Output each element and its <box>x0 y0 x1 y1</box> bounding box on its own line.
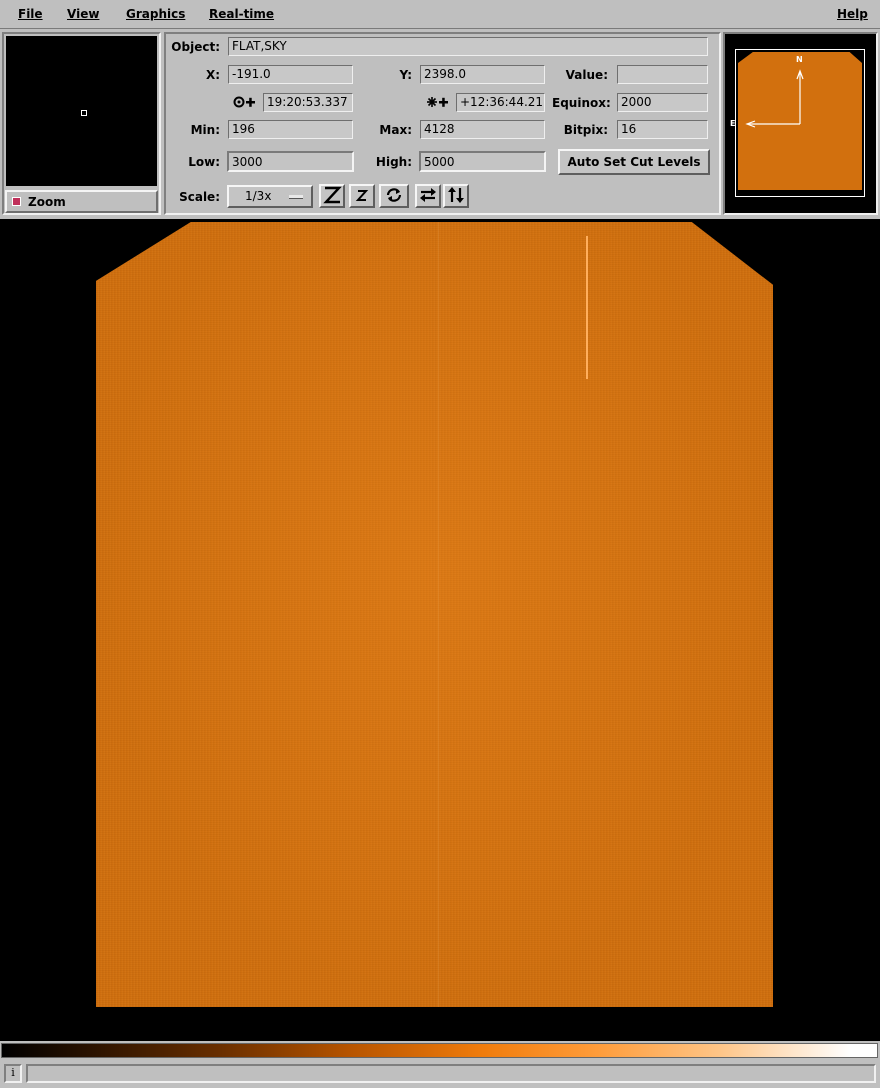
image-canvas[interactable] <box>0 219 880 1041</box>
menu-realtime[interactable]: Real-time <box>209 7 274 21</box>
dec-symbol-icon <box>426 95 450 112</box>
menu-file[interactable]: File <box>18 7 43 21</box>
bitpix-field: 16 <box>617 120 708 139</box>
max-field: 4128 <box>420 120 545 139</box>
x-label: X: <box>205 68 220 82</box>
x-field: -191.0 <box>228 65 353 84</box>
high-label: High: <box>375 155 412 169</box>
zoom-toggle-label: Zoom <box>28 195 66 209</box>
menu-view[interactable]: View <box>67 7 99 21</box>
info-icon[interactable]: i <box>4 1064 22 1083</box>
auto-set-cut-levels-button[interactable]: Auto Set Cut Levels <box>558 149 710 175</box>
status-bar: i <box>0 1061 880 1088</box>
compass-north-label: N <box>796 55 803 64</box>
status-message-field <box>26 1064 876 1083</box>
compass-east-label: E <box>730 119 736 128</box>
object-label: Object: <box>171 40 220 54</box>
menu-file-label: File <box>18 7 43 21</box>
value-label: Value: <box>565 68 608 82</box>
image-column-line <box>438 222 439 1007</box>
value-field <box>617 65 708 84</box>
zoom-cursor-marker <box>81 110 87 116</box>
dec-field: +12:36:44.21 <box>456 93 545 112</box>
low-cut-input[interactable] <box>227 151 354 172</box>
zoom-reset-button[interactable] <box>349 184 375 208</box>
scale-menu-button[interactable]: 1/3x <box>227 185 313 208</box>
y-field: 2398.0 <box>420 65 545 84</box>
compass-icon <box>745 69 804 128</box>
menu-bar: File View Graphics Real-time Help <box>0 0 880 29</box>
zoom-fit-icon <box>323 186 342 204</box>
max-label: Max: <box>379 123 412 137</box>
bitpix-label: Bitpix: <box>563 123 608 137</box>
fits-image <box>96 222 773 1007</box>
ra-field: 19:20:53.337 <box>263 93 353 112</box>
y-label: Y: <box>399 68 412 82</box>
min-label: Min: <box>190 123 220 137</box>
zoom-fit-button[interactable] <box>319 184 345 208</box>
zoom-view[interactable] <box>6 36 157 186</box>
menu-help-label: Help <box>837 7 868 21</box>
option-menu-indicator-icon <box>289 195 303 199</box>
zoom-toggle[interactable]: Zoom <box>5 190 158 213</box>
flip-x-button[interactable] <box>415 184 441 208</box>
panner-view[interactable]: N E <box>730 49 865 197</box>
menu-graphics-label: Graphics <box>126 7 186 21</box>
min-field: 196 <box>228 120 353 139</box>
flip-y-icon <box>448 187 464 203</box>
equinox-label: Equinox: <box>552 96 611 110</box>
flip-y-button[interactable] <box>443 184 469 208</box>
colorbar[interactable] <box>1 1043 878 1058</box>
zoom-panel: Zoom <box>2 32 161 215</box>
menu-help[interactable]: Help <box>837 7 868 21</box>
rotate-button[interactable] <box>379 184 409 208</box>
high-cut-input[interactable] <box>419 151 546 172</box>
scale-value: 1/3x <box>245 189 272 203</box>
low-label: Low: <box>188 155 220 169</box>
flip-x-icon <box>420 188 436 202</box>
menu-realtime-label: Real-time <box>209 7 275 21</box>
panner-panel: N E <box>723 32 878 215</box>
equinox-field: 2000 <box>617 93 708 112</box>
object-field: FLAT,SKY <box>228 37 708 56</box>
zoom-checkbox-indicator[interactable] <box>12 197 21 206</box>
zoom-reset-icon <box>355 190 369 201</box>
menu-view-label: View <box>67 7 100 21</box>
scale-label: Scale: <box>179 190 220 204</box>
ra-symbol-icon <box>233 95 257 112</box>
rotate-icon <box>386 188 402 202</box>
image-streak <box>586 236 588 379</box>
menu-graphics[interactable]: Graphics <box>126 7 185 21</box>
